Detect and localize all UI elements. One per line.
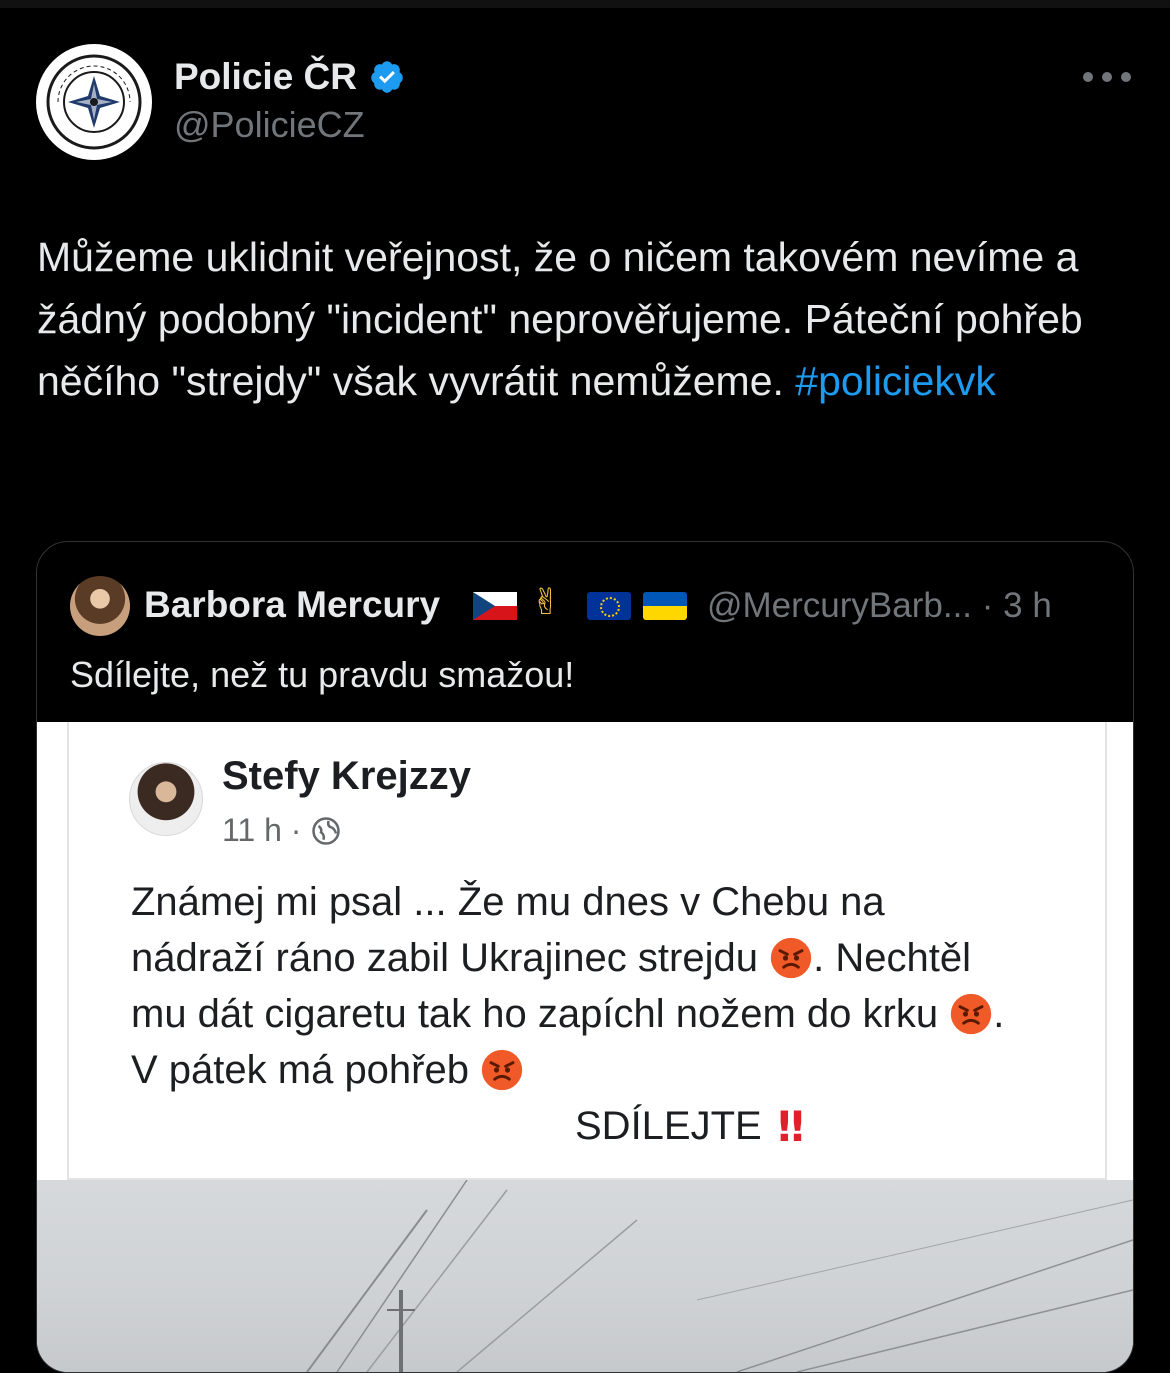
power-lines-graphic: [306, 1180, 1133, 1372]
fb-line-3: mu dát cigaretu tak ho zapíchl nožem do …: [131, 992, 939, 1036]
author-name-text[interactable]: Policie ČR: [174, 56, 357, 98]
station-photo: [37, 1180, 1133, 1372]
police-cr-logo-icon: [46, 54, 142, 150]
quoted-tweet-card[interactable]: Barbora Mercury ✌ @MercuryBarb... · 3 h …: [36, 541, 1134, 1373]
victory-hand-icon: ✌: [531, 582, 562, 623]
status-strip: [0, 0, 1170, 8]
quoted-author-avatar[interactable]: [70, 576, 130, 636]
fb-line-4: V pátek má pohřeb: [131, 1048, 469, 1092]
fb-post-meta: 11 h ·: [222, 812, 341, 849]
ua-flag-icon: [643, 592, 687, 620]
angry-face-icon: [481, 1049, 523, 1091]
quoted-author-name[interactable]: Barbora Mercury: [144, 584, 440, 626]
author-handle[interactable]: @PolicieCZ: [174, 104, 365, 146]
quoted-tweet-text: Sdílejte, než tu pravdu smažou!: [70, 654, 575, 695]
facebook-post-screenshot: Stefy Krejzzy 11 h · Známej mi psal ... …: [67, 722, 1107, 1180]
fb-line-1: Známej mi psal ... Že mu dnes v Chebu na: [131, 880, 885, 924]
fb-post-time: 11 h ·: [222, 812, 302, 848]
quoted-handle-time: @MercuryBarb... · 3 h: [707, 586, 1052, 625]
angry-face-icon: [951, 993, 992, 1035]
fb-line-3-end: .: [993, 992, 1005, 1036]
verified-badge-icon: [371, 61, 403, 93]
globe-icon: [312, 816, 341, 845]
eu-flag-icon: [587, 592, 631, 620]
tweet-text: Můžeme uklidnit veřejnost, že o ničem ta…: [37, 226, 1137, 412]
more-options-icon[interactable]: [1083, 62, 1131, 92]
fb-post-text: Známej mi psal ... Že mu dnes v Chebu na…: [131, 874, 1121, 1098]
fb-share-line: SDÍLEJTE ‼: [575, 1102, 804, 1151]
fb-share-text: SDÍLEJTE: [575, 1104, 762, 1148]
quoted-media-image[interactable]: Stefy Krejzzy 11 h · Známej mi psal ... …: [37, 722, 1133, 1372]
hashtag-link[interactable]: #policiekvk: [795, 358, 996, 404]
fb-author-avatar: [129, 762, 203, 836]
double-exclamation-icon: ‼: [777, 1102, 804, 1151]
fb-line-2-end: . Nechtěl: [813, 936, 971, 980]
cz-flag-icon: [473, 592, 517, 620]
profile-avatar[interactable]: [36, 44, 152, 160]
fb-author-name: Stefy Krejzzy: [222, 754, 471, 798]
angry-face-icon: [770, 937, 812, 979]
fb-line-2: nádraží ráno zabil Ukrajinec strejdu: [131, 936, 758, 980]
author-name[interactable]: Policie ČR: [174, 56, 405, 98]
